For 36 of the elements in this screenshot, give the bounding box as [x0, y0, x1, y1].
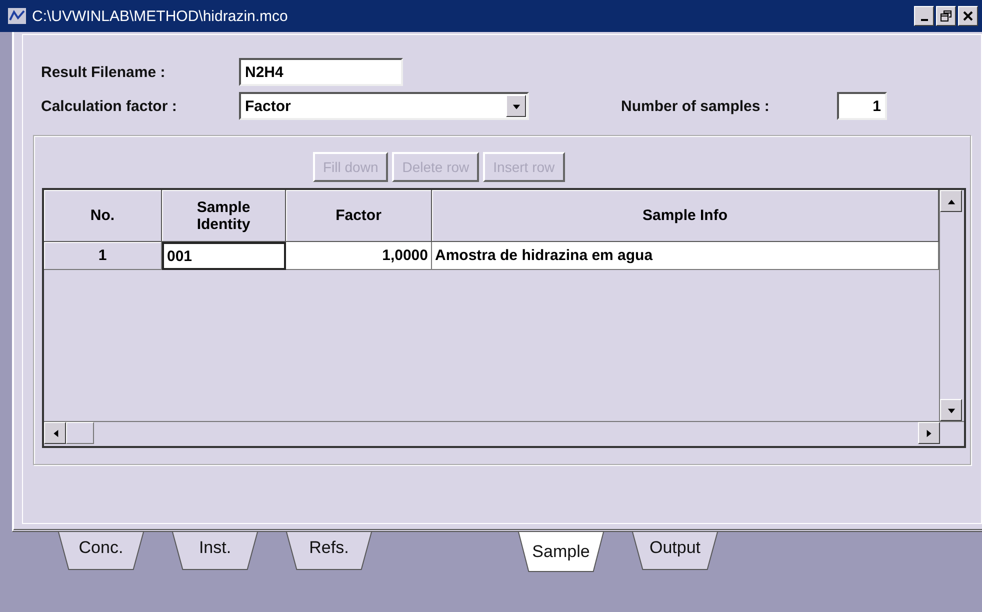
restore-button[interactable] — [936, 6, 956, 26]
arrow-down-icon — [512, 102, 520, 110]
tab[interactable]: Sample — [518, 532, 604, 572]
filename-field[interactable]: N2H4 — [239, 58, 403, 86]
arrow-down-icon — [946, 406, 956, 414]
field-label: Result Filename : — [41, 64, 166, 80]
samples-field[interactable]: 1 — [837, 92, 887, 120]
tab[interactable]: Output — [632, 532, 718, 570]
tab[interactable]: Conc. — [58, 532, 144, 570]
scroll-up-button[interactable] — [940, 190, 962, 212]
restore-icon — [940, 10, 952, 22]
scroll-left-button[interactable] — [44, 422, 66, 444]
close-icon — [962, 10, 974, 22]
factor-dropdown[interactable]: Factor — [239, 92, 529, 120]
window-title: C:\UVWINLAB\METHOD\hidrazin.mco — [32, 8, 289, 24]
table-cell[interactable]: 1,0000 — [286, 242, 432, 270]
column-header[interactable]: No. — [44, 190, 162, 242]
minimize-button[interactable] — [914, 6, 934, 26]
close-button[interactable] — [958, 6, 978, 26]
table-cell[interactable]: 1 — [44, 242, 162, 270]
scroll-thumb[interactable] — [66, 422, 94, 444]
tab[interactable]: Refs. — [286, 532, 372, 570]
app-icon — [8, 8, 26, 24]
table-cell[interactable]: Amostra de hidrazina em agua — [432, 242, 939, 270]
scroll-down-button[interactable] — [940, 399, 962, 421]
table-cell[interactable]: 001 — [162, 242, 286, 270]
column-header[interactable]: Sample Info — [432, 190, 939, 242]
column-header[interactable]: Sample Identity — [162, 190, 286, 242]
field-label: Calculation factor : — [41, 98, 178, 114]
column-header[interactable]: Factor — [286, 190, 432, 242]
scroll-right-button[interactable] — [918, 422, 940, 444]
dropdown-button[interactable] — [506, 95, 526, 117]
arrow-right-icon — [924, 428, 934, 438]
field-label: Number of samples : — [621, 98, 770, 114]
minimize-icon — [920, 19, 928, 21]
tab[interactable]: Inst. — [172, 532, 258, 570]
